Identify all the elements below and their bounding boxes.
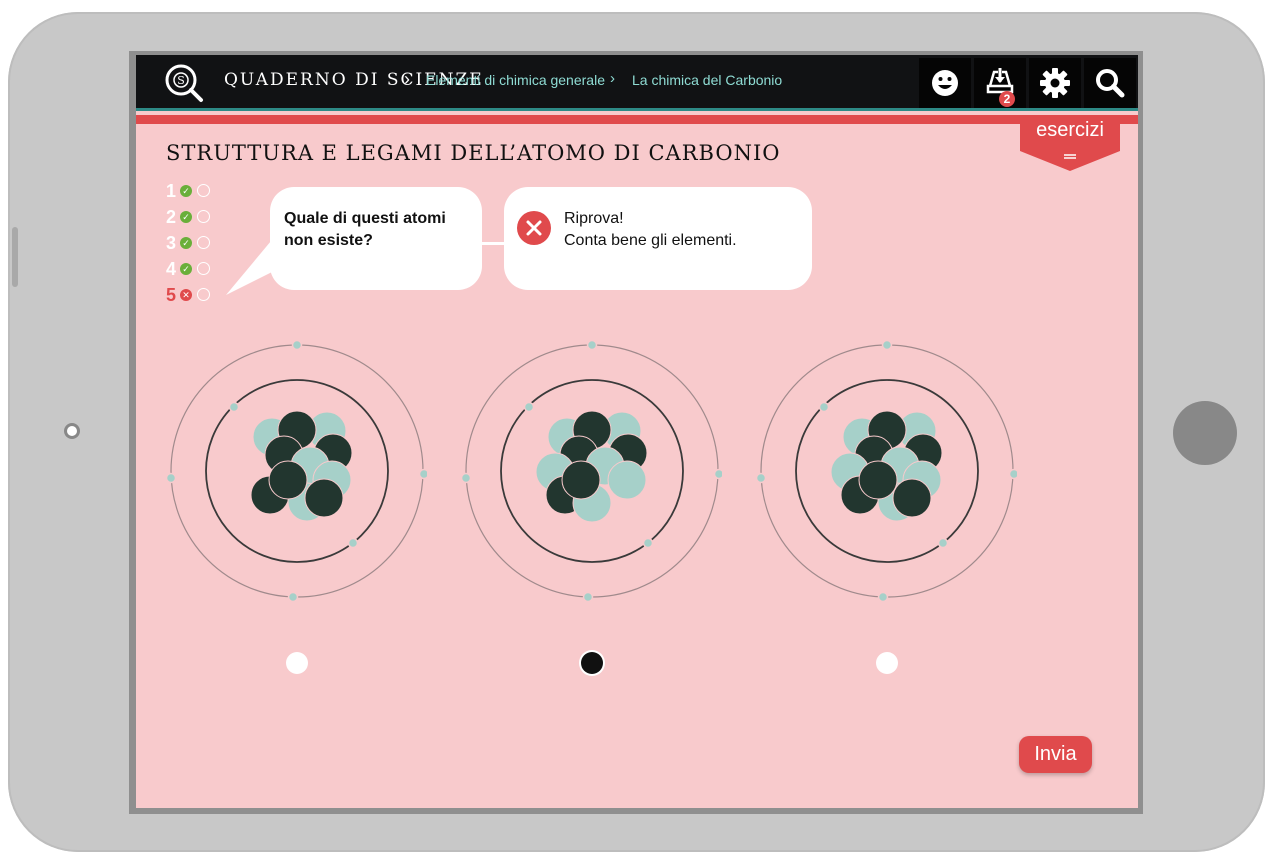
question-bubble: Quale di questi atomi non esiste? [270, 187, 482, 290]
breadcrumb-separator: › [610, 70, 615, 87]
empty-circle-icon [197, 184, 210, 197]
tab-esercizi-label: esercizi [1036, 119, 1104, 141]
check-icon: ✓ [180, 185, 192, 197]
error-icon [517, 211, 551, 245]
search-icon [1096, 69, 1125, 98]
smiley-button[interactable] [919, 58, 971, 108]
progress-item-current[interactable]: 5 ✕ [166, 285, 226, 311]
empty-circle-icon [197, 262, 210, 275]
progress-number: 5 [166, 285, 177, 305]
breadcrumb-separator: › [404, 69, 410, 89]
svg-text:S: S [177, 74, 185, 87]
camera-icon [67, 426, 77, 436]
tab-esercizi[interactable]: esercizi [1020, 115, 1120, 173]
breadcrumb-item-carbonio[interactable]: La chimica del Carbonio [632, 72, 782, 88]
empty-circle-icon [197, 210, 210, 223]
progress-number: 4 [166, 259, 177, 279]
option-radio-1[interactable] [286, 652, 308, 674]
bubble-connector [480, 242, 506, 245]
settings-button[interactable] [1029, 58, 1081, 108]
app-screen: S QUADERNO DI SCIENZE › Elementi di chim… [136, 55, 1138, 808]
option-radio-2[interactable] [581, 652, 603, 674]
submit-button[interactable]: Invia [1019, 736, 1092, 773]
feedback-bubble: Riprova! Conta bene gli elementi. [504, 187, 812, 290]
search-button[interactable] [1084, 58, 1136, 108]
progress-number: 2 [166, 207, 177, 227]
cross-icon: ✕ [180, 289, 192, 301]
progress-item[interactable]: 3 ✓ [166, 233, 226, 259]
progress-item[interactable]: 2 ✓ [166, 207, 226, 233]
check-icon: ✓ [180, 211, 192, 223]
atom-option-3[interactable] [757, 340, 1017, 602]
top-bar-accent-line [136, 108, 1138, 111]
progress-number: 1 [166, 181, 177, 201]
question-text: Quale di questi atomi non esiste? [284, 210, 446, 249]
feedback-line-1: Riprova! [564, 210, 624, 227]
top-bar: S QUADERNO DI SCIENZE › Elementi di chim… [136, 55, 1138, 111]
progress-item[interactable]: 1 ✓ [166, 181, 226, 207]
progress-item[interactable]: 4 ✓ [166, 259, 226, 285]
feedback-line-2: Conta bene gli elementi. [564, 232, 737, 249]
feedback-text: Riprova! Conta bene gli elementi. [564, 208, 737, 252]
breadcrumb-item-elementi[interactable]: Elementi di chimica generale [426, 72, 605, 88]
download-button[interactable]: 2 [974, 58, 1026, 108]
logo-icon[interactable]: S [164, 63, 204, 103]
check-icon: ✓ [180, 263, 192, 275]
empty-circle-icon [197, 236, 210, 249]
home-button[interactable] [1173, 401, 1237, 465]
check-icon: ✓ [180, 237, 192, 249]
section-band [136, 115, 1138, 124]
exercise-progress: 1 ✓ 2 ✓ 3 ✓ 4 ✓ 5 ✕ [166, 181, 226, 311]
gear-icon [1040, 68, 1070, 98]
atom-option-2[interactable] [462, 340, 722, 602]
atom-option-1[interactable] [167, 340, 427, 602]
progress-number: 3 [166, 233, 177, 253]
empty-circle-icon [197, 288, 210, 301]
side-button [12, 227, 18, 287]
option-radio-3[interactable] [876, 652, 898, 674]
page-title: STRUTTURA E LEGAMI DELL’ATOMO DI CARBONI… [166, 141, 781, 165]
smiley-icon [932, 70, 958, 96]
download-count-badge: 2 [999, 91, 1015, 107]
